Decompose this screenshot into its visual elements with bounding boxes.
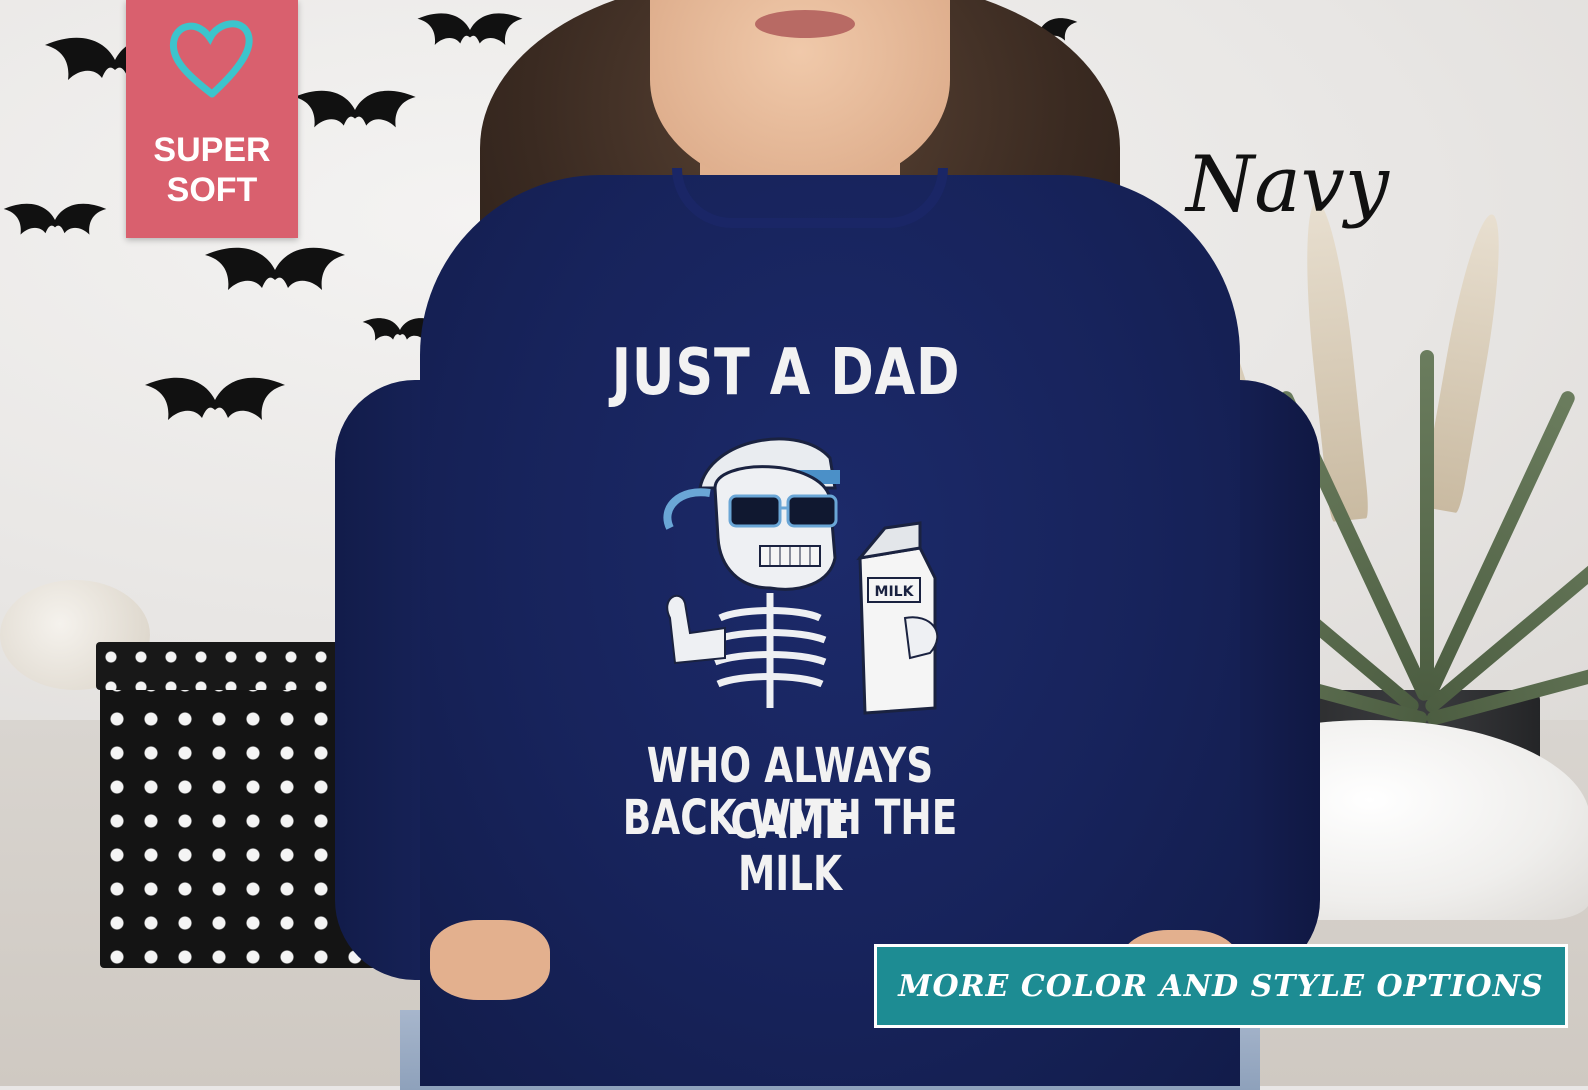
bat-decoration	[417, 13, 523, 45]
product-photo: JUST A DAD MILK WHO ALWAYS CAME BACK WIT…	[0, 0, 1588, 1090]
heart-icon	[169, 20, 253, 98]
print-line-2: BACK WITH THE MILK	[622, 790, 958, 902]
sweater-collar	[672, 168, 948, 228]
badge-line-1: SUPER	[153, 131, 271, 169]
skeleton-illustration: MILK	[663, 437, 939, 715]
color-name-label: Navy	[1186, 140, 1389, 230]
bat-decoration	[294, 90, 416, 128]
bat-decoration	[205, 247, 345, 290]
more-options-label: MORE COLOR AND STYLE OPTIONS	[898, 968, 1544, 1004]
badge-line-2: SOFT	[166, 171, 258, 209]
bat-decoration	[145, 377, 285, 420]
bat-decoration	[3, 203, 107, 235]
more-options-banner[interactable]: MORE COLOR AND STYLE OPTIONS	[874, 944, 1568, 1028]
plant-leaf	[1420, 350, 1434, 700]
model-left-hand	[430, 920, 550, 1000]
print-title: JUST A DAD	[611, 336, 961, 410]
model-lips	[755, 10, 855, 38]
super-soft-badge: SUPER SOFT	[126, 0, 298, 238]
milk-carton-label: MILK	[875, 584, 915, 600]
